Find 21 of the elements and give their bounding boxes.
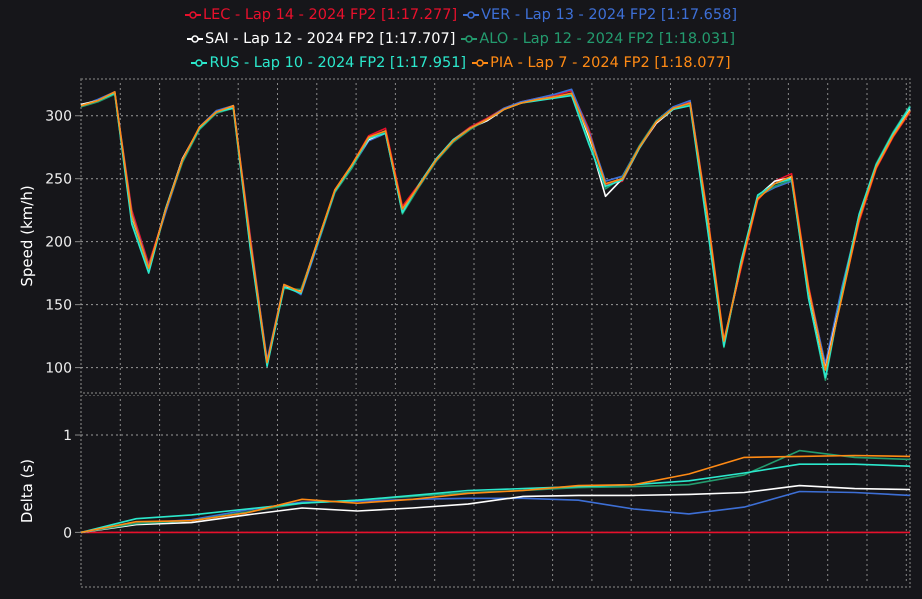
line-marker-icon: [463, 10, 480, 20]
axis-tick-label: 200: [45, 234, 72, 251]
axis-title: Delta (s): [18, 458, 36, 524]
legend-item[interactable]: ALO - Lap 12 - 2024 FP2 [1:18.031]: [461, 31, 735, 47]
line-marker-icon: [186, 34, 203, 44]
axis-title: Speed (km/h): [18, 185, 36, 287]
axis-tick-label: 1: [63, 428, 72, 444]
legend-item[interactable]: RUS - Lap 10 - 2024 FP2 [1:17.951]: [191, 55, 466, 71]
axis-tick-label: 250: [45, 172, 72, 188]
axis-tick-label: 100: [45, 360, 72, 377]
axis-tick-label: 300: [45, 108, 72, 125]
axis-tick-label: 0: [63, 525, 72, 542]
legend-item[interactable]: PIA - Lap 7 - 2024 FP2 [1:18.077]: [472, 55, 731, 71]
line-marker-icon: [191, 58, 208, 68]
legend-item[interactable]: SAI - Lap 12 - 2024 FP2 [1:17.707]: [186, 31, 456, 47]
line-marker-icon: [461, 34, 478, 44]
axis-tick-label: 150: [45, 298, 72, 314]
line-marker-icon: [472, 58, 488, 68]
line-marker-icon: [185, 10, 202, 20]
legend-item[interactable]: LEC - Lap 14 - 2024 FP2 [1:17.277]: [185, 7, 458, 23]
legend-item[interactable]: VER - Lap 13 - 2024 FP2 [1:17.658]: [463, 7, 737, 23]
